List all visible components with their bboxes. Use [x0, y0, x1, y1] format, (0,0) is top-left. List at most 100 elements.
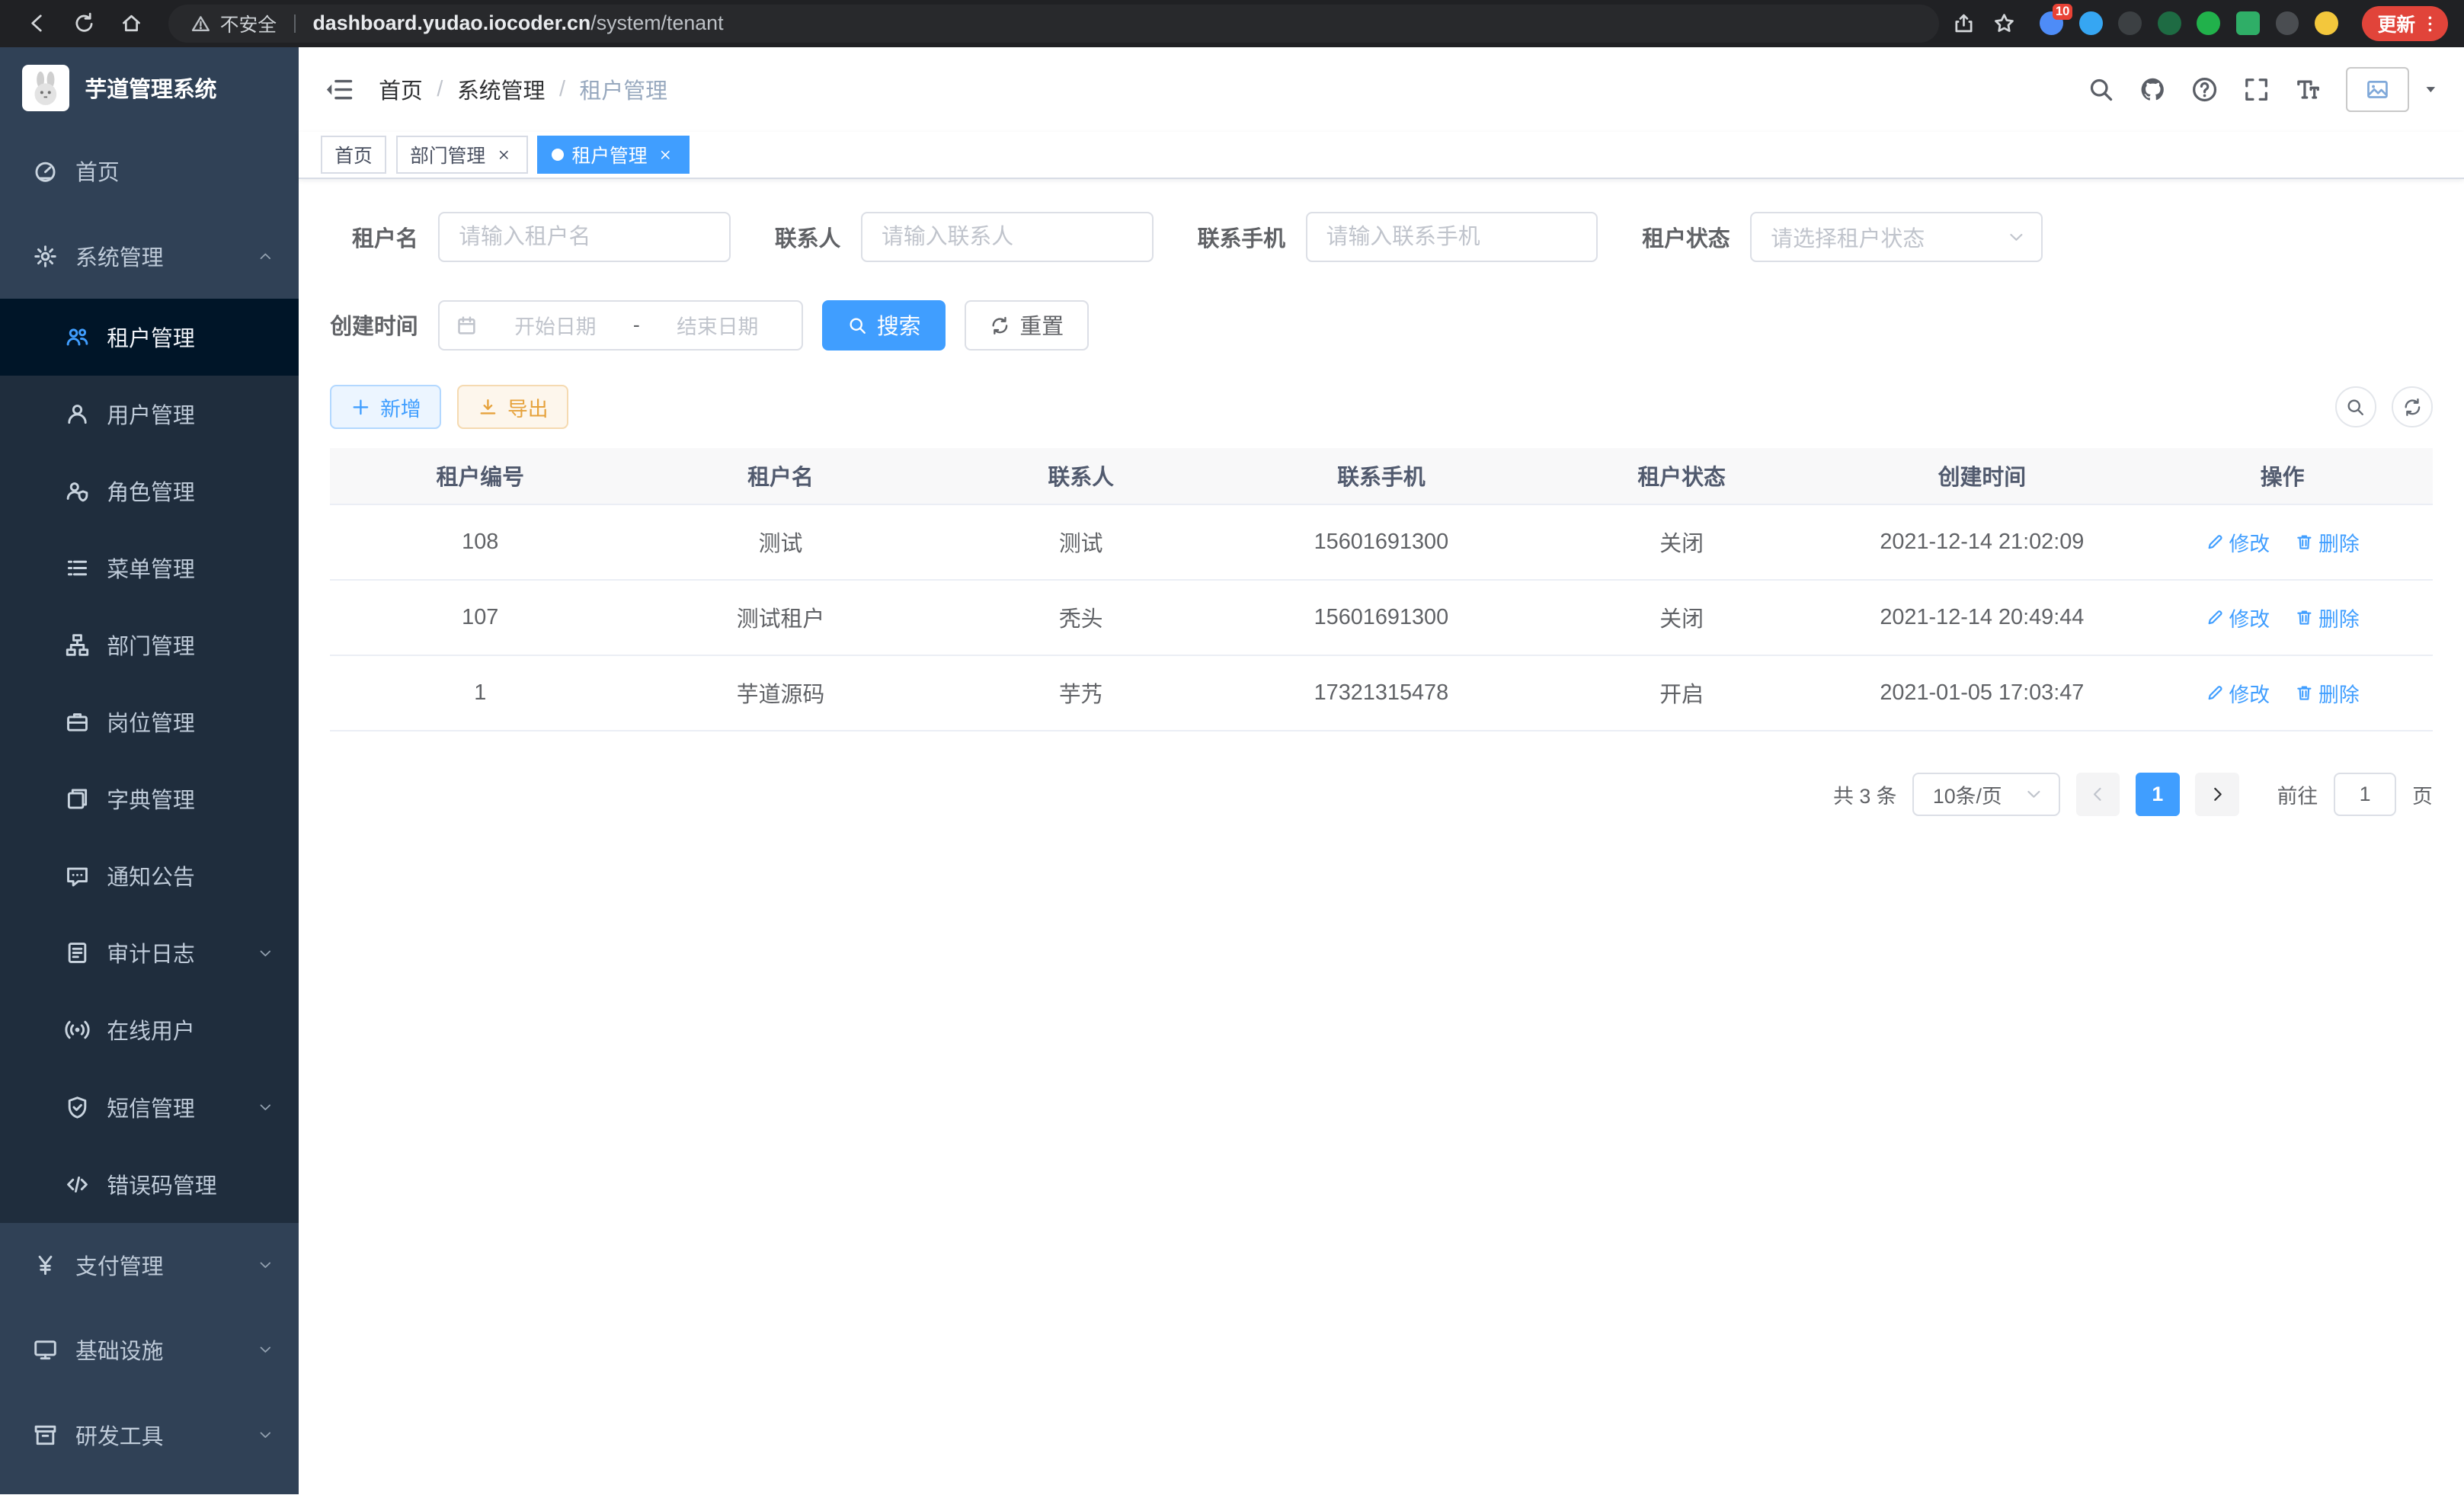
edit-link[interactable]: 修改 — [2206, 527, 2270, 557]
sidebar-item-pay[interactable]: 支付管理 — [0, 1223, 299, 1308]
edit-link[interactable]: 修改 — [2206, 678, 2270, 708]
search-button[interactable]: 搜索 — [822, 300, 946, 351]
edit-icon — [2206, 533, 2225, 552]
create-time-range-picker[interactable]: 开始日期 - 结束日期 — [438, 300, 803, 351]
sidebar-toggle-icon[interactable] — [324, 75, 354, 104]
refresh-table-button[interactable] — [2392, 386, 2433, 427]
font-size-icon[interactable] — [2294, 75, 2322, 104]
mobile-input[interactable] — [1306, 212, 1598, 262]
online-icon — [65, 1017, 90, 1042]
extension-darkgreen-icon[interactable] — [2158, 11, 2181, 35]
next-page-button[interactable] — [2195, 773, 2239, 817]
breadcrumb-separator: / — [559, 77, 565, 102]
export-button-label: 导出 — [507, 392, 549, 422]
cell-id: 108 — [330, 504, 630, 580]
extension-dark-ring-icon[interactable] — [2118, 11, 2142, 35]
sidebar-item-notice[interactable]: 通知公告 — [0, 837, 299, 914]
page-number-button[interactable]: 1 — [2136, 773, 2180, 817]
tab-close-icon[interactable] — [493, 145, 514, 165]
browser-nav-buttons — [16, 11, 143, 35]
header-search-icon[interactable] — [2087, 75, 2115, 104]
github-icon[interactable] — [2139, 75, 2167, 104]
url-host: dashboard.yudao.iocoder.cn — [312, 11, 590, 34]
tab-home[interactable]: 首页 — [321, 136, 387, 174]
export-button[interactable]: 导出 — [457, 385, 568, 429]
sidebar-item-dev-tool[interactable]: 研发工具 — [0, 1392, 299, 1477]
delete-link[interactable]: 删除 — [2295, 527, 2360, 557]
sidebar-item-label: 系统管理 — [75, 241, 241, 272]
column-header: 租户状态 — [1531, 448, 1832, 504]
money-icon — [33, 1253, 58, 1278]
update-button[interactable]: 更新 — [2362, 6, 2448, 40]
tenant-name-input[interactable] — [438, 212, 731, 262]
browser-menu-icon[interactable] — [2420, 14, 2440, 34]
tab-dept[interactable]: 部门管理 — [396, 136, 528, 174]
chevron-down-icon — [2024, 785, 2043, 804]
back-icon[interactable] — [25, 11, 49, 35]
extension-blue-badged-icon[interactable]: 10 — [2040, 11, 2063, 35]
sidebar-item-user[interactable]: 用户管理 — [0, 376, 299, 453]
gear-icon — [33, 244, 58, 269]
end-date-placeholder: 结束日期 — [649, 310, 786, 340]
sidebar-item-post[interactable]: 岗位管理 — [0, 683, 299, 760]
home-icon[interactable] — [120, 11, 143, 35]
reload-icon[interactable] — [72, 11, 96, 35]
breadcrumb-item[interactable]: 首页 — [379, 74, 423, 105]
sidebar-item-label: 岗位管理 — [107, 706, 283, 738]
address-bar[interactable]: 不安全 dashboard.yudao.iocoder.cn/system/te… — [168, 5, 1939, 43]
sidebar-item-system[interactable]: 系统管理 — [0, 214, 299, 299]
sidebar-item-tenant[interactable]: 租户管理 — [0, 299, 299, 376]
sidebar-item-audit-log[interactable]: 审计日志 — [0, 914, 299, 991]
bookmark-star-icon[interactable] — [1992, 11, 2016, 35]
delete-link[interactable]: 删除 — [2295, 603, 2360, 632]
cell-name: 芋道源码 — [630, 655, 930, 731]
sidebar-item-label: 审计日志 — [107, 937, 240, 968]
total-count: 共 3 条 — [1833, 780, 1896, 809]
extension-green-icon[interactable] — [2197, 11, 2220, 35]
sidebar-item-error-code[interactable]: 错误码管理 — [0, 1146, 299, 1223]
prev-page-button[interactable] — [2076, 773, 2120, 817]
chevron-down-icon — [258, 1100, 274, 1116]
fullscreen-icon[interactable] — [2242, 75, 2270, 104]
help-icon[interactable] — [2190, 75, 2219, 104]
app-logo[interactable]: 芋道管理系统 — [0, 47, 299, 129]
page-size-select[interactable]: 10条/页 — [1912, 773, 2060, 817]
sidebar-item-label: 角色管理 — [107, 475, 283, 507]
app: 芋道管理系统 首页系统管理租户管理用户管理角色管理菜单管理部门管理岗位管理字典管… — [0, 47, 2464, 1495]
tenant-status-select[interactable]: 请选择租户状态 — [1750, 212, 2043, 262]
sidebar-item-dict[interactable]: 字典管理 — [0, 760, 299, 837]
extension-yellow-face-icon[interactable] — [2315, 11, 2338, 35]
tab-tenant[interactable]: 租户管理 — [537, 136, 690, 174]
tab-close-icon[interactable] — [655, 145, 676, 165]
user-menu-caret-icon[interactable] — [2423, 82, 2439, 98]
extension-green-square-icon[interactable] — [2236, 11, 2260, 35]
page-content: 租户名 联系人 联系手机 租户状态 请选择租户状态 — [299, 179, 2464, 1494]
sidebar-item-label: 支付管理 — [75, 1250, 241, 1281]
extension-lightblue-icon[interactable] — [2079, 11, 2103, 35]
filter-row-1: 租户名 联系人 联系手机 租户状态 请选择租户状态 — [330, 212, 2433, 262]
reset-button[interactable]: 重置 — [965, 300, 1089, 351]
sidebar-item-menu[interactable]: 菜单管理 — [0, 530, 299, 607]
sidebar-item-home[interactable]: 首页 — [0, 129, 299, 213]
chevron-left-icon — [2088, 785, 2107, 804]
sidebar-item-online-user[interactable]: 在线用户 — [0, 991, 299, 1068]
user-avatar[interactable] — [2346, 67, 2409, 113]
search-icon — [2345, 397, 2366, 418]
sidebar-menu: 首页系统管理租户管理用户管理角色管理菜单管理部门管理岗位管理字典管理通知公告审计… — [0, 129, 299, 1477]
sidebar-item-label: 租户管理 — [107, 322, 283, 353]
delete-link[interactable]: 删除 — [2295, 678, 2360, 708]
extension-dark-icon[interactable] — [2276, 11, 2299, 35]
edit-link[interactable]: 修改 — [2206, 603, 2270, 632]
sidebar-item-label: 通知公告 — [107, 860, 283, 892]
sidebar-item-role[interactable]: 角色管理 — [0, 453, 299, 530]
sidebar-item-sms[interactable]: 短信管理 — [0, 1069, 299, 1146]
chevron-up-icon — [258, 248, 274, 264]
toggle-search-button[interactable] — [2335, 386, 2376, 427]
add-button[interactable]: 新增 — [330, 385, 441, 429]
goto-page-input[interactable] — [2334, 773, 2397, 817]
breadcrumb-item[interactable]: 系统管理 — [457, 74, 545, 105]
share-icon[interactable] — [1952, 11, 1976, 35]
contact-input[interactable] — [861, 212, 1154, 262]
sidebar-item-dept[interactable]: 部门管理 — [0, 607, 299, 683]
sidebar-item-infra[interactable]: 基础设施 — [0, 1308, 299, 1392]
